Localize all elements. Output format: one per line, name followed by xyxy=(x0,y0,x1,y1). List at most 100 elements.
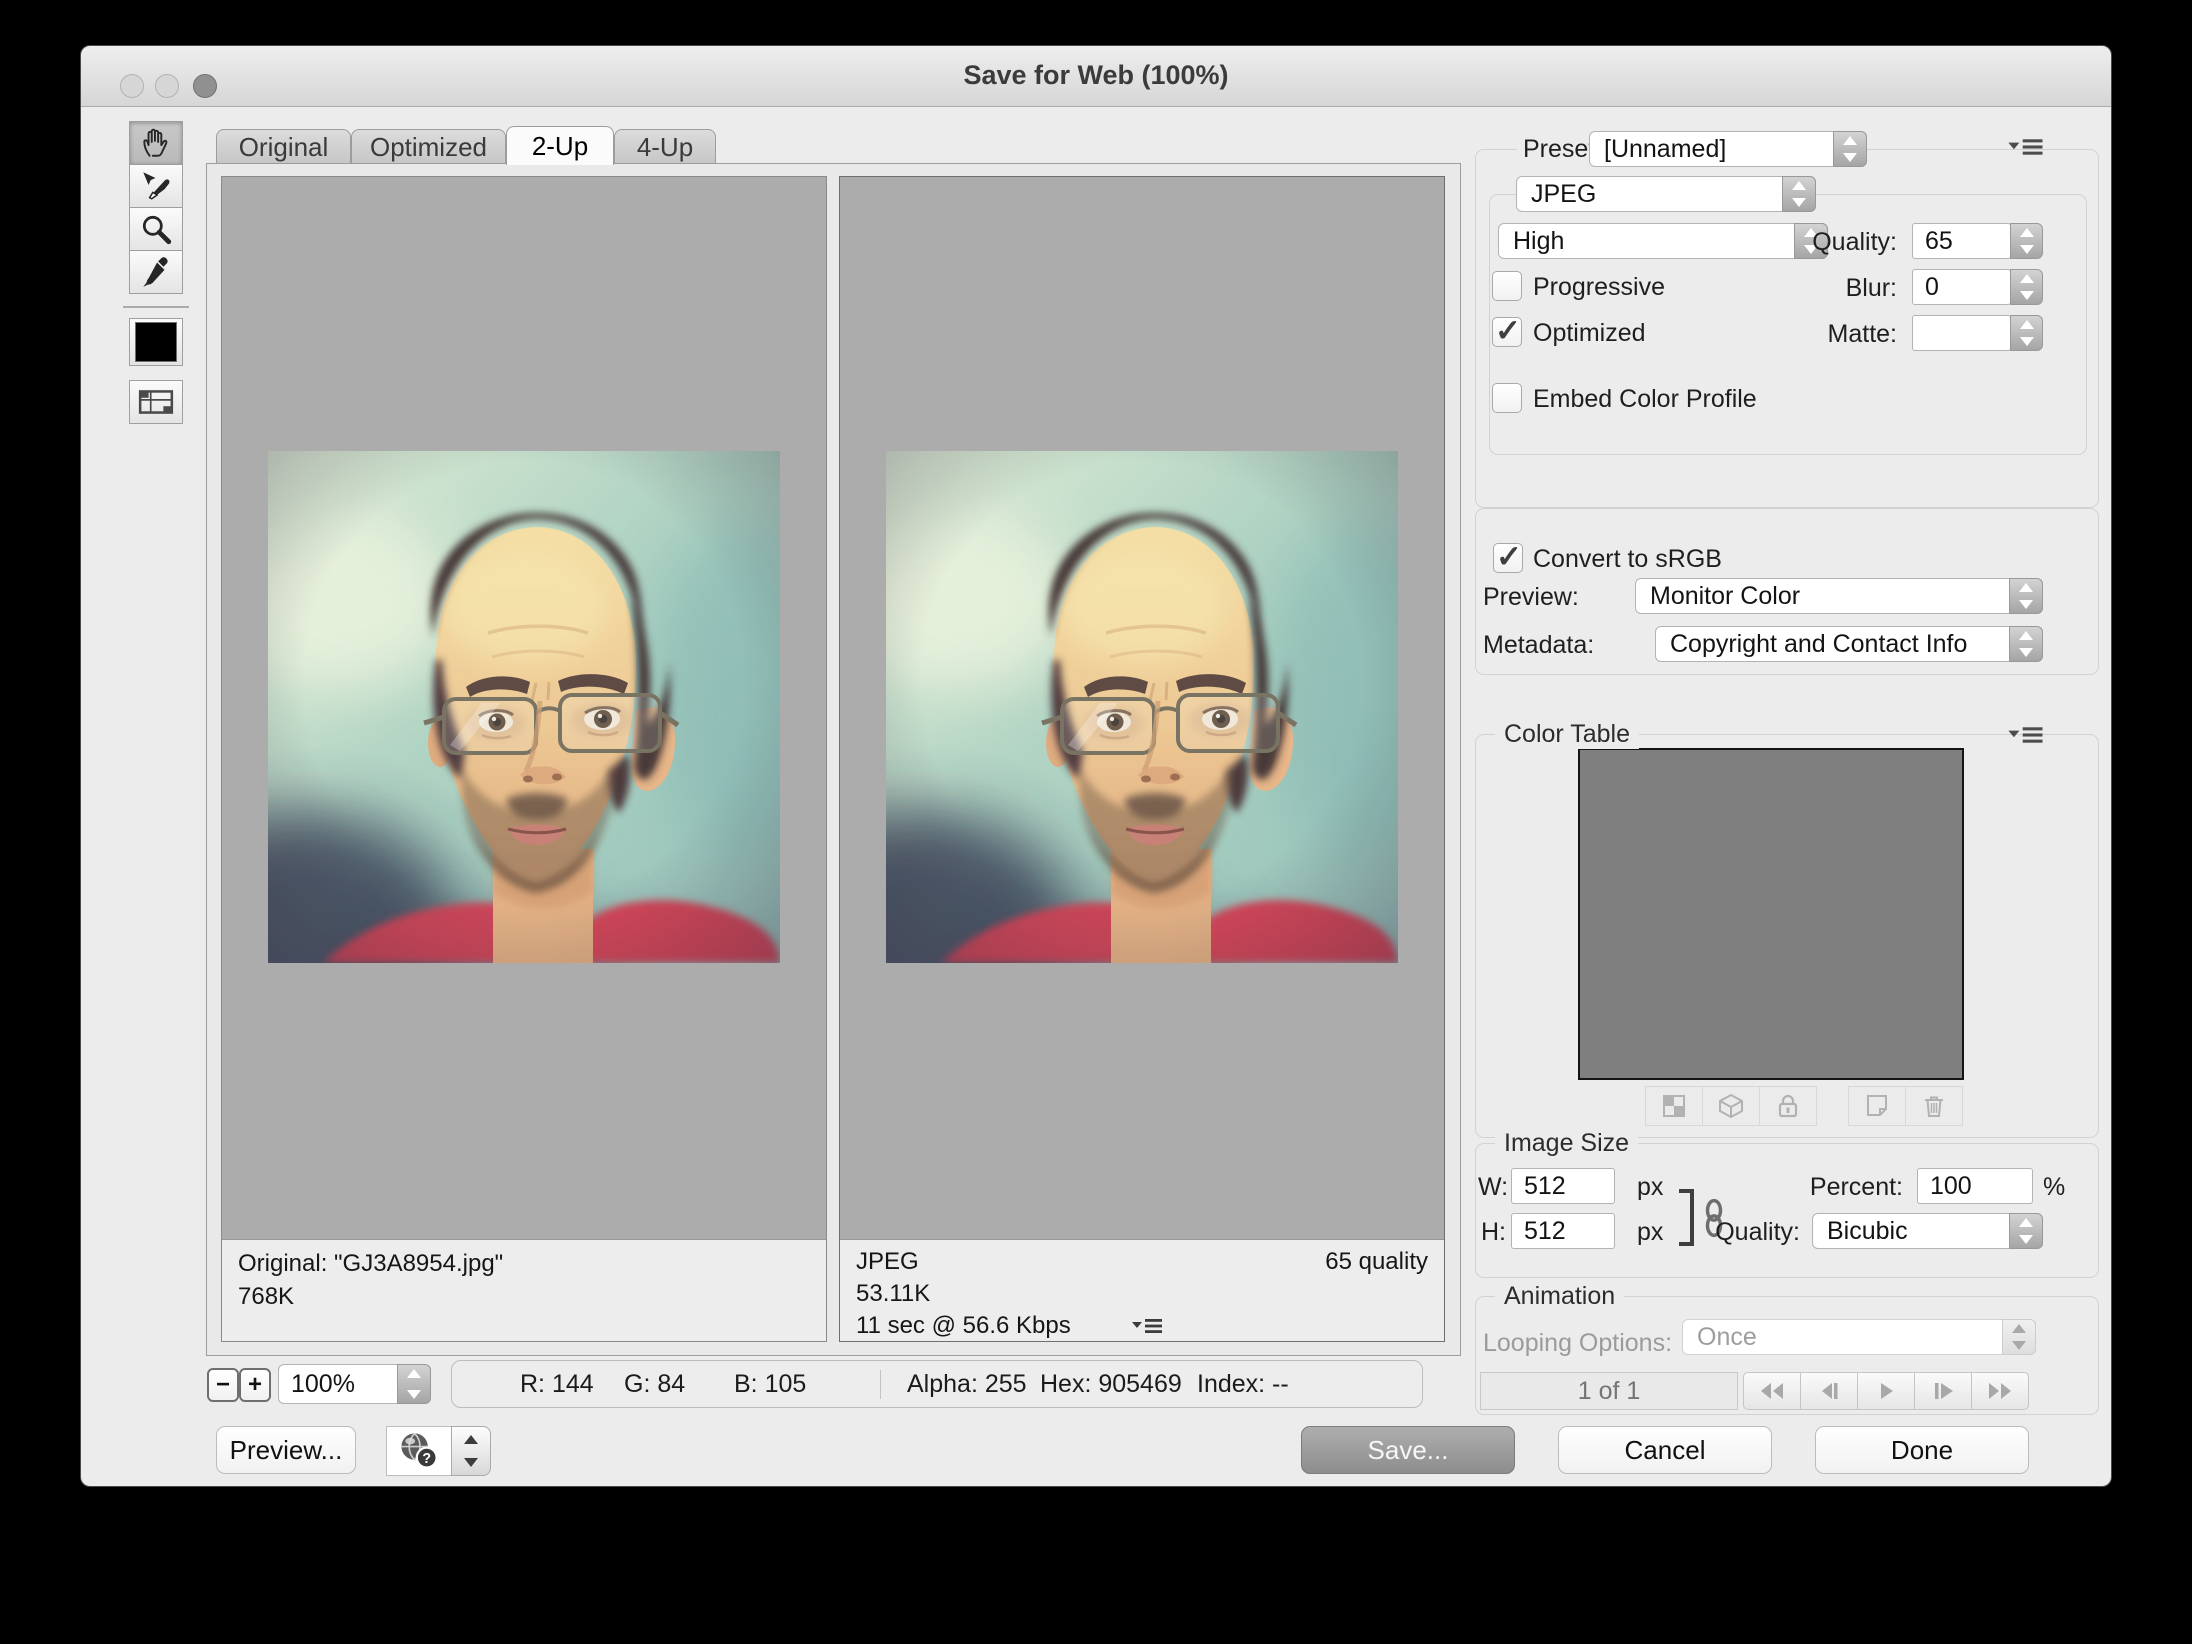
color-readout-bar: R: 144 G: 84 B: 105 Alpha: 255 Hex: 9054… xyxy=(451,1360,1423,1408)
quality-field[interactable]: 65 xyxy=(1912,223,2011,259)
resample-quality-value: Bicubic xyxy=(1827,1217,1908,1246)
optimized-checkbox[interactable] xyxy=(1492,317,1522,347)
browser-select-stepper[interactable] xyxy=(451,1426,491,1476)
toolbar-separator xyxy=(123,306,189,308)
blur-label: Blur: xyxy=(1721,274,1897,303)
percent-value: 100 xyxy=(1930,1172,1972,1201)
height-unit: px xyxy=(1637,1218,1663,1247)
preview-mode-value: Monitor Color xyxy=(1650,582,1800,611)
optimized-preview-pane[interactable]: JPEG 65 quality 53.11K 11 sec @ 56.6 Kbp… xyxy=(839,176,1445,1342)
zoom-level-stepper[interactable] xyxy=(397,1364,431,1404)
optimized-photo xyxy=(886,451,1398,963)
status-alpha: Alpha: 255 xyxy=(907,1370,1027,1399)
next-frame-button xyxy=(1914,1372,1972,1410)
looping-options-popup: Once xyxy=(1682,1319,2036,1355)
tab-original[interactable]: Original xyxy=(216,129,351,164)
animation-title: Animation xyxy=(1495,1282,1624,1311)
web-shift-icon xyxy=(1702,1086,1760,1126)
color-table-menu-icon[interactable] xyxy=(2006,724,2046,746)
preview-panel: Original: "GJ3A8954.jpg" 768K JPEG 65 qu… xyxy=(206,163,1461,1356)
original-info-strip: Original: "GJ3A8954.jpg" 768K xyxy=(222,1240,826,1341)
download-speed-menu-icon[interactable] xyxy=(1130,1316,1166,1336)
width-value: 512 xyxy=(1524,1172,1566,1201)
slice-select-tool[interactable] xyxy=(129,164,183,208)
preview-mode-label: Preview: xyxy=(1483,583,1579,612)
eyedropper-icon xyxy=(139,255,173,289)
progressive-label: Progressive xyxy=(1533,273,1665,302)
play-button xyxy=(1857,1372,1915,1410)
zoom-level-value: 100% xyxy=(291,1370,355,1399)
color-swatch[interactable] xyxy=(129,318,183,366)
optimized-quality: 65 quality xyxy=(1325,1248,1428,1276)
map-transparency-icon xyxy=(1645,1086,1703,1126)
blur-value: 0 xyxy=(1925,273,1939,302)
save-button[interactable]: Save... xyxy=(1301,1426,1515,1474)
matte-label: Matte: xyxy=(1721,320,1897,349)
zoom-in-button[interactable]: + xyxy=(239,1368,271,1402)
original-image-area xyxy=(222,177,826,1240)
browser-globe-icon: ? xyxy=(397,1431,441,1471)
eyedropper-tool[interactable] xyxy=(129,250,183,294)
format-value: JPEG xyxy=(1531,180,1596,209)
preview-in-browser-button[interactable]: Preview... xyxy=(216,1426,356,1474)
preview-mode-popup[interactable]: Monitor Color xyxy=(1635,578,2043,614)
matte-stepper[interactable] xyxy=(2010,315,2043,351)
cancel-button[interactable]: Cancel xyxy=(1558,1426,1772,1474)
convert-srgb-checkbox[interactable] xyxy=(1493,543,1523,573)
image-size-title: Image Size xyxy=(1495,1129,1638,1158)
embed-color-profile-checkbox[interactable] xyxy=(1492,383,1522,413)
hand-tool[interactable] xyxy=(129,121,183,165)
color-table-edit-tools xyxy=(1849,1086,1963,1126)
tab-4-up[interactable]: 4-Up xyxy=(614,129,716,164)
zoom-out-button[interactable]: − xyxy=(207,1368,239,1402)
blur-stepper[interactable] xyxy=(2010,269,2043,305)
browser-select-button[interactable]: ? xyxy=(386,1426,452,1476)
save-for-web-dialog: Save for Web (100%) Original Optimized 2… xyxy=(80,45,2112,1487)
last-frame-button xyxy=(1971,1372,2029,1410)
status-index: Index: -- xyxy=(1197,1370,1289,1399)
compression-value: High xyxy=(1513,227,1564,256)
percent-unit: % xyxy=(2043,1173,2065,1202)
current-color-black xyxy=(135,322,177,362)
matte-field[interactable] xyxy=(1912,315,2011,351)
resample-quality-popup[interactable]: Bicubic xyxy=(1812,1213,2043,1249)
optimized-filesize: 53.11K xyxy=(856,1280,930,1308)
trash-icon xyxy=(1905,1086,1963,1126)
quality-label: Quality: xyxy=(1721,228,1897,257)
height-field[interactable]: 512 xyxy=(1511,1213,1615,1249)
percent-field[interactable]: 100 xyxy=(1917,1168,2033,1204)
width-field[interactable]: 512 xyxy=(1511,1168,1615,1204)
image-size-groupbox xyxy=(1475,1143,2099,1278)
hand-icon xyxy=(139,126,173,160)
optimized-info-strip: JPEG 65 quality 53.11K 11 sec @ 56.6 Kbp… xyxy=(840,1240,1444,1341)
format-popup[interactable]: JPEG xyxy=(1516,176,1816,212)
blur-field[interactable]: 0 xyxy=(1912,269,2011,305)
original-preview-pane[interactable]: Original: "GJ3A8954.jpg" 768K xyxy=(221,176,827,1342)
lock-color-icon xyxy=(1759,1086,1817,1126)
tab-2-up[interactable]: 2-Up xyxy=(506,126,614,165)
progressive-checkbox[interactable] xyxy=(1492,271,1522,301)
preset-popup[interactable]: [Unnamed] xyxy=(1589,131,1867,167)
zoom-level-field[interactable]: 100% xyxy=(278,1364,398,1404)
preset-panel-menu-icon[interactable] xyxy=(2006,136,2046,158)
color-table-tools xyxy=(1646,1086,1817,1126)
color-table-swatch-area xyxy=(1578,748,1964,1080)
tab-optimized[interactable]: Optimized xyxy=(351,129,506,164)
last-frame-icon xyxy=(1985,1381,2015,1401)
zoom-tool[interactable] xyxy=(129,207,183,251)
width-unit: px xyxy=(1637,1173,1663,1202)
titlebar[interactable]: Save for Web (100%) xyxy=(81,46,2111,107)
original-photo xyxy=(268,451,780,963)
width-label: W: xyxy=(1478,1173,1508,1202)
metadata-popup[interactable]: Copyright and Contact Info xyxy=(1655,626,2043,662)
percent-label: Percent: xyxy=(1753,1173,1903,1202)
status-divider xyxy=(880,1370,881,1399)
metadata-label: Metadata: xyxy=(1483,631,1594,660)
done-button[interactable]: Done xyxy=(1815,1426,2029,1474)
new-color-ic on xyxy=(1848,1086,1906,1126)
toggle-slices-visibility[interactable] xyxy=(129,380,183,424)
original-filename: Original: "GJ3A8954.jpg" xyxy=(238,1250,503,1278)
quality-stepper[interactable] xyxy=(2010,223,2043,259)
color-table-title: Color Table xyxy=(1495,720,1639,749)
slice-select-icon xyxy=(139,169,173,203)
